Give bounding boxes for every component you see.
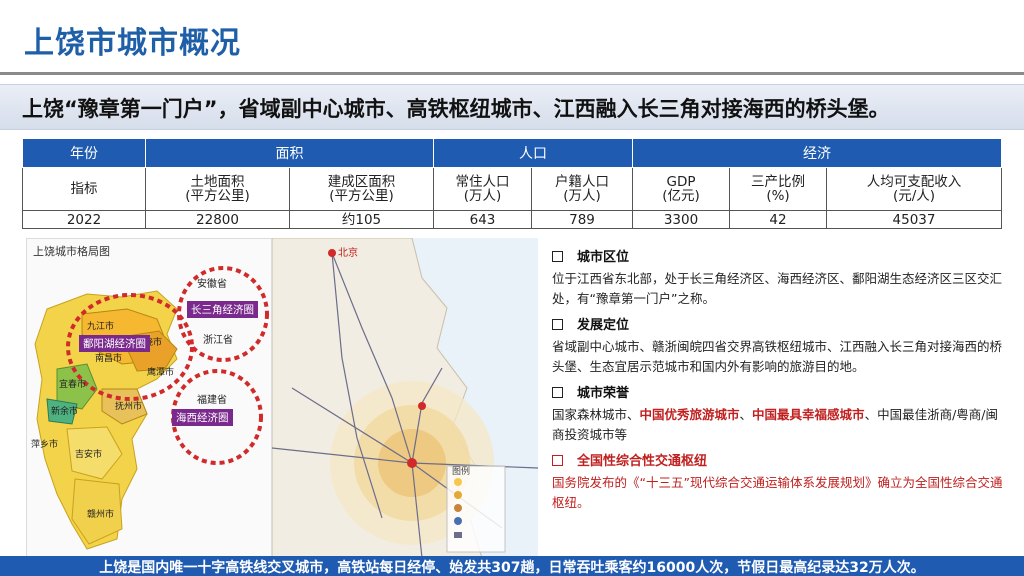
checkbox-bullet-icon [552, 251, 563, 262]
economic-circle-tag: 海西经济圈 [172, 409, 233, 426]
map-label: 九江市 [87, 322, 115, 332]
header-area: 面积 [145, 138, 434, 168]
table-value-row: 2022 22800 约105 643 789 3300 42 45037 [22, 210, 1003, 229]
indicator-unit: (亿元) [662, 188, 700, 204]
value-cell: 45037 [825, 210, 1003, 229]
map-label: 南昌市 [95, 354, 123, 364]
header-year: 年份 [22, 138, 146, 168]
section-heading: 发展定位 [552, 315, 1007, 337]
map-label: 新余市 [51, 407, 79, 417]
section-heading: 城市荣誉 [552, 383, 1007, 405]
highlight-text: 中国优秀旅游城市 [639, 407, 740, 422]
legend-title: 图例 [452, 467, 471, 477]
banner-text: 上饶“豫章第一门户”，省域副中心城市、高铁枢纽城市、江西融入长三角对接海西的桥头… [22, 97, 890, 121]
highlight-text: 中国最具幸福感城市 [752, 407, 865, 422]
table-header-row: 年份 面积 人口 经济 [22, 138, 1003, 168]
body-text: 、 [739, 407, 753, 422]
section-body: 位于江西省东北部，处于长三角经济区、海西经济区、鄱阳湖生态经济区三区交汇处，有“… [552, 271, 1003, 306]
indicator-name: 户籍人口 [555, 174, 609, 190]
map-label: 浙江省 [203, 335, 233, 346]
indicator-unit: (万人) [563, 188, 601, 204]
indicator-cell: 人均可支配收入 (元/人) [825, 167, 1003, 211]
map-label: 鹰潭市 [147, 368, 175, 378]
section-heading: 城市区位 [552, 247, 1007, 269]
section-heading-text: 城市荣誉 [577, 386, 630, 401]
rail-network-map-graphic [272, 238, 538, 558]
body-text: 国家森林城市、 [552, 407, 640, 422]
header-economy: 经济 [631, 138, 1003, 168]
indicator-name: 常住人口 [455, 174, 510, 190]
indicator-cell: 三产比例 (%) [729, 167, 827, 211]
indicator-label: 指标 [22, 167, 146, 211]
map-label: 抚州市 [115, 402, 143, 412]
map-label: 北京 [338, 248, 358, 259]
city-stats-table: 年份 面积 人口 经济 指标 土地面积 (平方公里) 建成区面积 (平方公里) 常住… [22, 138, 1003, 229]
indicator-unit: (平方公里) [329, 188, 394, 204]
city-layout-map: 上饶城市格局图 安徽省 浙江省 福建省 九江市 南昌市 上饶市 宜春市 新余市 … [26, 238, 272, 562]
indicator-name: 土地面积 [190, 174, 245, 190]
indicator-cell: 户籍人口 (万人) [531, 167, 633, 211]
section-body: 省域副中心城市、赣浙闽皖四省交界高铁枢纽城市、江西融入长三角对接海西的桥头堡、生… [552, 339, 1003, 374]
indicator-unit: (元/人) [892, 188, 936, 204]
map-label: 吉安市 [75, 450, 103, 460]
info-panel: 城市区位 位于江西省东北部，处于长三角经济区、海西经济区、鄱阳湖生态经济区三区交… [552, 247, 1007, 519]
rail-network-map: 北京 图例 [272, 238, 538, 558]
indicator-name: 建成区面积 [327, 174, 396, 190]
summary-banner: 上饶“豫章第一门户”，省域副中心城市、高铁枢纽城市、江西融入长三角对接海西的桥头… [0, 84, 1024, 130]
left-map-title: 上饶城市格局图 [33, 245, 110, 258]
indicator-unit: (平方公里) [185, 188, 250, 204]
map-label: 安徽省 [197, 279, 227, 290]
map-label: 赣州市 [87, 510, 115, 520]
indicator-name: 三产比例 [751, 174, 805, 190]
value-cell: 789 [531, 210, 633, 229]
indicator-unit: (万人) [463, 188, 502, 204]
value-cell: 42 [729, 210, 827, 229]
economic-circle-tag: 长三角经济圈 [187, 301, 258, 318]
map-label: 萍乡市 [31, 440, 59, 450]
map-label: 福建省 [197, 395, 227, 406]
checkbox-bullet-icon [552, 387, 563, 398]
indicator-unit: (%) [766, 188, 790, 204]
value-cell: 643 [433, 210, 532, 229]
indicator-cell: 土地面积 (平方公里) [145, 167, 290, 211]
title-divider [0, 72, 1024, 75]
section-heading: 全国性综合性交通枢纽 [552, 451, 1007, 473]
value-cell: 约105 [289, 210, 434, 229]
year-cell: 2022 [22, 210, 146, 229]
economic-circle-tag: 鄱阳湖经济圈 [79, 335, 150, 352]
table-indicator-row: 指标 土地面积 (平方公里) 建成区面积 (平方公里) 常住人口 (万人) 户籍人口(… [22, 167, 1003, 211]
indicator-name: 人均可支配收入 [866, 174, 962, 190]
indicator-cell: 建成区面积 (平方公里) [289, 167, 434, 211]
footer-banner: 上饶是国内唯一十字高铁线交叉城市，高铁站每日经停、始发共307趟，日常吞吐乘客约… [0, 556, 1024, 576]
section-heading-text: 全国性综合性交通枢纽 [577, 454, 708, 469]
section-body: 国务院发布的《“十三五”现代综合交通运输体系发展规划》确立为全国性综合交通枢纽。 [552, 475, 1003, 510]
header-population: 人口 [433, 138, 633, 168]
value-cell: 22800 [145, 210, 290, 229]
page-title: 上饶市城市概况 [24, 26, 241, 61]
value-cell: 3300 [632, 210, 730, 229]
section-body: 国家森林城市、中国优秀旅游城市、中国最具幸福感城市、中国最佳浙商/粤商/闽商投资… [552, 405, 1007, 445]
map-label: 宜春市 [59, 380, 87, 390]
city-layout-map-graphic [34, 266, 269, 550]
indicator-cell: GDP (亿元) [632, 167, 730, 211]
indicator-name: GDP [666, 174, 696, 190]
section-heading-text: 城市区位 [577, 250, 630, 265]
checkbox-bullet-icon [552, 319, 563, 330]
checkbox-bullet-icon [552, 455, 563, 466]
indicator-cell: 常住人口 (万人) [433, 167, 532, 211]
section-heading-text: 发展定位 [577, 318, 630, 333]
